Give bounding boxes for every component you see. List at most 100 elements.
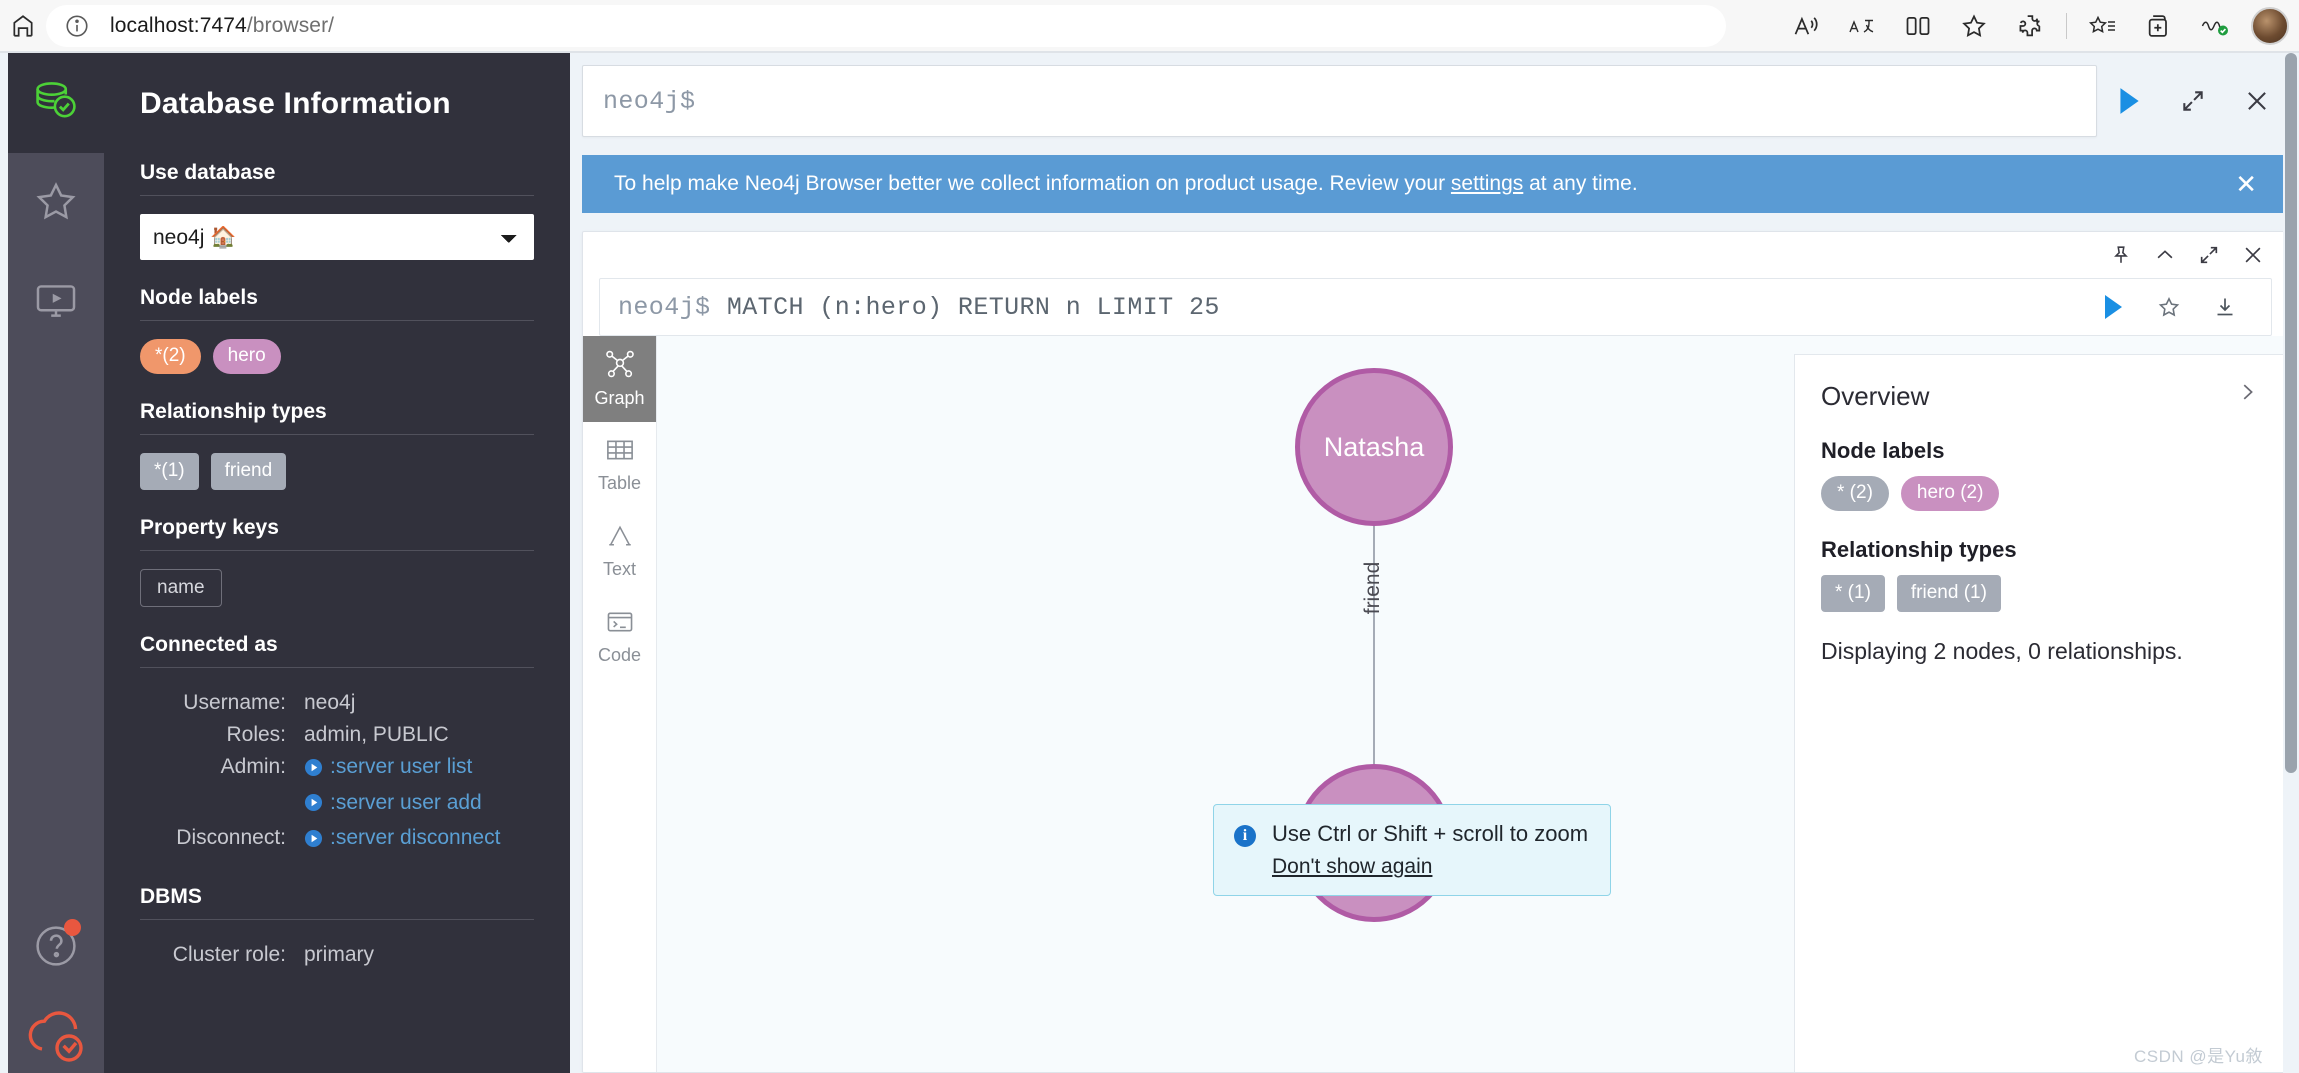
editor-prompt: neo4j$ (603, 87, 695, 116)
url-host: localhost:7474 (110, 14, 247, 37)
frame-query-bar[interactable]: neo4j$ MATCH (n:hero) RETURN n LIMIT 25 (599, 278, 2272, 336)
tab-table[interactable]: Table (583, 422, 656, 508)
tooltip-body: Use Ctrl or Shift + scroll to zoom Don't… (1272, 821, 1588, 879)
chevron-right-icon[interactable] (2236, 381, 2258, 408)
frame-prompt: neo4j$ (618, 293, 710, 322)
banner-close-button[interactable]: ✕ (2235, 171, 2257, 197)
use-database-section: Use database neo4j 🏠 (140, 161, 534, 260)
banner-text: To help make Neo4j Browser better we col… (614, 172, 2235, 196)
overview-relationship-type-chip[interactable]: friend (1) (1897, 575, 2001, 612)
split-screen-icon[interactable] (1890, 5, 1946, 47)
node-label-chip[interactable]: *(2) (140, 339, 201, 374)
left-gutter (0, 53, 8, 1073)
frame-run-button[interactable] (2085, 293, 2141, 321)
close-editor-button[interactable] (2225, 65, 2289, 137)
tab-text[interactable]: Text (583, 508, 656, 594)
sidebar-item-database[interactable] (8, 53, 104, 153)
watermark: CSDN @是Yu敘 (2134, 1042, 2263, 1067)
server-disconnect-link[interactable]: :server disconnect (304, 826, 500, 850)
extensions-icon[interactable] (2002, 5, 2058, 47)
favorite-star-icon[interactable] (1946, 5, 2002, 47)
frame-download-button[interactable] (2197, 295, 2253, 319)
tab-graph[interactable]: Graph (583, 336, 656, 422)
table-row: Disconnect: :server disconnect (142, 823, 532, 857)
pin-icon[interactable] (2110, 244, 2132, 271)
connected-as-table: Username: neo4j Roles: admin, PUBLIC Adm… (140, 686, 534, 859)
expand-editor-button[interactable] (2161, 65, 2225, 137)
row-value: :server disconnect (304, 823, 532, 857)
collections-icon[interactable] (2075, 5, 2131, 47)
banner-settings-link[interactable]: settings (1451, 172, 1523, 195)
property-key-chip[interactable]: name (140, 569, 222, 608)
sidebar-item-guides[interactable] (8, 253, 104, 353)
translate-icon[interactable] (1834, 5, 1890, 47)
row-value: :server user list (304, 752, 532, 786)
overview-relationship-type-chips: * (1) friend (1) (1821, 575, 2258, 612)
use-database-heading: Use database (140, 161, 534, 185)
info-icon: i (1234, 825, 1256, 847)
collapse-icon[interactable] (2154, 244, 2176, 271)
expand-icon[interactable] (2198, 244, 2220, 271)
dont-show-again-link[interactable]: Don't show again (1272, 855, 1432, 879)
relationship-type-chip[interactable]: friend (211, 453, 287, 490)
table-row: Admin: :server user list (142, 752, 532, 786)
play-circle-icon (304, 793, 323, 812)
overview-node-labels: Node labels * (2) hero (2) (1821, 438, 2258, 511)
server-user-list-link[interactable]: :server user list (304, 755, 472, 779)
database-information-drawer: Database Information Use database neo4j … (104, 53, 570, 1073)
relationship-types-section: Relationship types *(1) friend (140, 400, 534, 490)
property-keys-heading: Property keys (140, 516, 534, 540)
graph-visualization[interactable]: friend Natasha Clint i Use Ctrl or Shift… (657, 336, 2288, 1072)
sidebar-item-favorites[interactable] (8, 153, 104, 253)
database-select[interactable]: neo4j 🏠 (140, 214, 534, 260)
main-query-editor: neo4j$ (582, 65, 2289, 137)
sidebar-item-help[interactable] (8, 893, 104, 1003)
frame-favorite-button[interactable] (2141, 295, 2197, 319)
url-text: localhost:7474/browser/ (110, 14, 334, 38)
banner-text-before: To help make Neo4j Browser better we col… (614, 172, 1451, 195)
relationship-type-chip[interactable]: *(1) (140, 453, 199, 490)
sidebar-rail (8, 53, 104, 1073)
scrollbar-thumb[interactable] (2285, 53, 2297, 773)
server-user-add-link[interactable]: :server user add (304, 791, 482, 815)
main-content: neo4j$ To help make Neo4j Browser better… (570, 53, 2299, 1073)
info-circle-icon[interactable] (64, 13, 90, 39)
table-row: Cluster role: primary (142, 940, 532, 970)
result-frame: neo4j$ MATCH (n:hero) RETURN n LIMIT 25 (582, 231, 2289, 1073)
play-circle-icon (304, 829, 323, 848)
table-row: Roles: admin, PUBLIC (142, 720, 532, 750)
node-label-chip[interactable]: hero (213, 339, 281, 374)
tab-table-label: Table (598, 473, 641, 494)
overview-node-label-chip[interactable]: * (2) (1821, 476, 1889, 511)
overview-node-label-chip[interactable]: hero (2) (1901, 476, 2000, 511)
node-labels-section: Node labels *(2) hero (140, 286, 534, 374)
connected-as-heading: Connected as (140, 633, 534, 657)
address-bar[interactable]: localhost:7474/browser/ (46, 5, 1726, 47)
home-icon[interactable] (0, 13, 46, 39)
add-tab-group-icon[interactable] (2131, 5, 2187, 47)
sidebar-rail-bottom (8, 893, 104, 1073)
neo4j-browser-app: Database Information Use database neo4j … (8, 53, 2299, 1073)
divider (140, 667, 534, 668)
run-query-button[interactable] (2097, 65, 2161, 137)
row-key: Admin: (142, 752, 302, 786)
profile-avatar[interactable] (2251, 7, 2289, 45)
connected-as-section: Connected as Username: neo4j Roles: admi… (140, 633, 534, 859)
product-usage-banner: To help make Neo4j Browser better we col… (582, 155, 2289, 213)
overview-relationship-type-chip[interactable]: * (1) (1821, 575, 1885, 612)
sidebar-item-cloud[interactable] (8, 1003, 104, 1073)
table-icon (605, 436, 635, 469)
tab-code[interactable]: Code (583, 594, 656, 680)
page-scrollbar[interactable] (2283, 53, 2299, 1073)
link-label: :server user list (330, 755, 472, 779)
database-icon (30, 75, 82, 132)
browser-essentials-icon[interactable] (2187, 5, 2243, 47)
graph-node[interactable]: Natasha (1295, 368, 1453, 526)
row-value: admin, PUBLIC (304, 720, 532, 750)
row-key (142, 788, 302, 822)
query-input[interactable]: neo4j$ (582, 65, 2097, 137)
divider (140, 195, 534, 196)
frame-query-text: neo4j$ MATCH (n:hero) RETURN n LIMIT 25 (618, 293, 2085, 322)
close-icon[interactable] (2242, 244, 2264, 271)
read-aloud-icon[interactable] (1778, 5, 1834, 47)
